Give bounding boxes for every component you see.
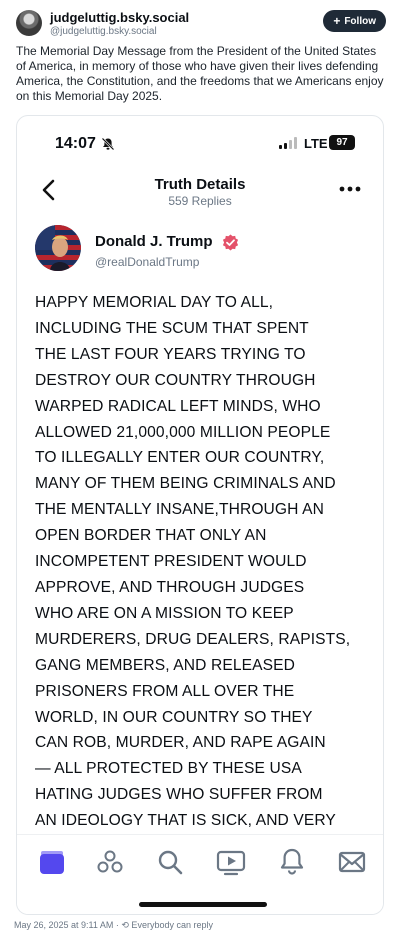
tab-bar: [17, 834, 383, 914]
home-indicator: [139, 902, 267, 907]
avatar[interactable]: [35, 225, 81, 271]
search-icon[interactable]: [155, 847, 185, 877]
bell-muted-icon: [101, 137, 115, 151]
follow-label: Follow: [344, 15, 376, 27]
embedded-screenshot[interactable]: 14:07 LTE 97 Truth Details 559 Replies D…: [16, 115, 384, 915]
home-icon[interactable]: [37, 847, 67, 877]
author-handle[interactable]: @judgeluttig.bsky.social: [50, 25, 189, 38]
video-icon[interactable]: [216, 847, 246, 877]
author-block[interactable]: judgeluttig.bsky.social @judgeluttig.bsk…: [50, 10, 189, 38]
nav-bar: Truth Details 559 Replies: [17, 168, 383, 216]
avatar[interactable]: [16, 10, 42, 36]
more-options-icon[interactable]: [339, 186, 361, 192]
post-text: The Memorial Day Message from the Presid…: [16, 44, 384, 103]
truth-author-handle[interactable]: @realDonaldTrump: [95, 255, 199, 269]
verified-badge-icon: [222, 234, 239, 251]
battery-level: 97: [329, 135, 355, 150]
truth-author-name[interactable]: Donald J. Trump: [95, 233, 213, 250]
author-name[interactable]: judgeluttig.bsky.social: [50, 10, 189, 25]
truth-body: HAPPY MEMORIAL DAY TO ALL, INCLUDING THE…: [35, 294, 351, 830]
status-bar: 14:07 LTE 97: [17, 116, 383, 168]
notifications-icon[interactable]: [277, 847, 307, 877]
nav-title: Truth Details: [154, 176, 246, 193]
truth-author: Donald J. Trump @realDonaldTrump: [17, 221, 383, 281]
network-label: LTE: [304, 136, 328, 151]
status-time: 14:07: [55, 135, 96, 152]
follow-button[interactable]: + Follow: [323, 10, 386, 32]
post-timestamp: May 26, 2025 at 9:11 AM · ⟲ Everybody ca…: [14, 920, 213, 930]
signal-icon: [279, 137, 297, 149]
plus-icon: +: [333, 14, 341, 28]
groups-icon[interactable]: [95, 847, 125, 877]
replies-count: 559 Replies: [168, 194, 232, 208]
post-header: judgeluttig.bsky.social @judgeluttig.bsk…: [14, 8, 386, 42]
messages-icon[interactable]: [337, 847, 367, 877]
